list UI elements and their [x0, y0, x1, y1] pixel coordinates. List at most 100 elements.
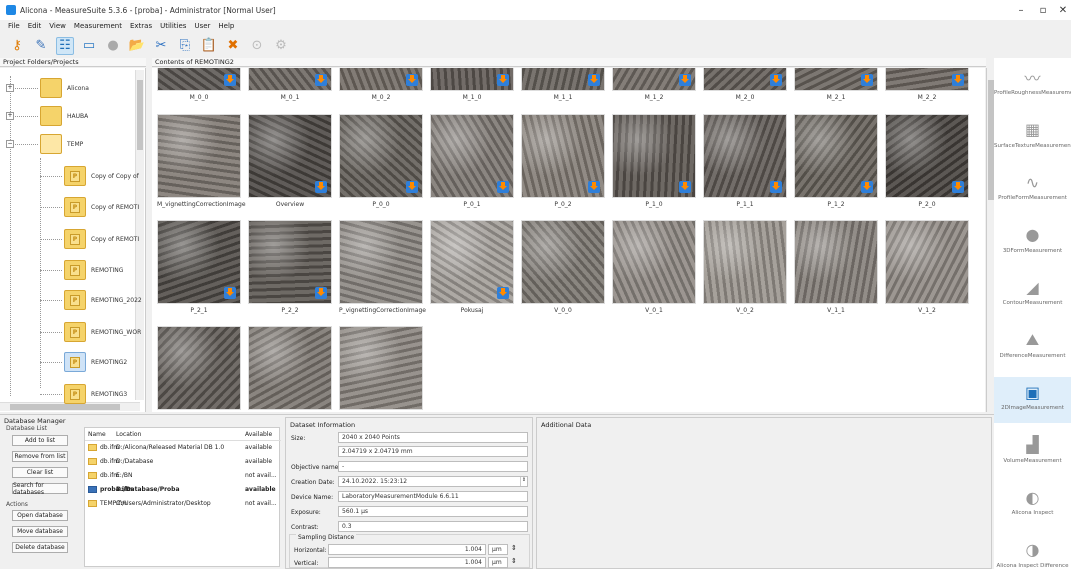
image-thumbnail[interactable]: M_vignettingCorrectionImage	[157, 114, 246, 208]
image-thumbnail[interactable]: M_1_2	[612, 68, 696, 101]
image-thumbnail[interactable]: V_0_0	[521, 220, 605, 314]
sidebar-item-contourmeasurement[interactable]: ◢ ContourMeasurement	[994, 272, 1071, 318]
thumbnail-image[interactable]	[703, 68, 787, 91]
thumbnail-image[interactable]	[794, 220, 878, 304]
thumbnail-image[interactable]	[339, 68, 423, 91]
expand-icon[interactable]: +	[6, 112, 14, 120]
thumbnail-image[interactable]	[521, 68, 605, 91]
tree-item-alicona[interactable]: Alicona	[40, 78, 89, 98]
monitor-icon[interactable]: ▭	[80, 37, 98, 55]
horizontal-spinner-icon[interactable]: ⇕	[511, 544, 517, 552]
menu-help[interactable]: Help	[218, 22, 234, 30]
open-database-button[interactable]: Open database	[12, 510, 68, 521]
horizontal-unit[interactable]: µm	[488, 544, 508, 555]
image-thumbnail[interactable]: P_1_2	[794, 114, 878, 208]
image-thumbnail[interactable]: P_2_0	[885, 114, 969, 208]
image-thumbnail[interactable]	[157, 326, 241, 410]
thumbnail-image[interactable]	[885, 220, 969, 304]
thumbnail-image[interactable]	[339, 114, 423, 198]
sidebar-item-profileroughnessmeasurement[interactable]: 〰 ProfileRoughnessMeasurement	[994, 62, 1071, 108]
image-thumbnail[interactable]: V_0_2	[703, 220, 787, 314]
thumbnail-image[interactable]	[248, 68, 332, 91]
menu-utilities[interactable]: Utilities	[160, 22, 186, 30]
thumbnail-image[interactable]	[794, 68, 878, 91]
close-icon[interactable]: ✕	[1052, 2, 1071, 18]
maximize-icon[interactable]: ▫	[1032, 2, 1054, 18]
image-thumbnail[interactable]: P_vignettingCorrectionImage	[339, 220, 426, 314]
thumbnail-image[interactable]	[612, 68, 696, 91]
image-thumbnail[interactable]: Overview	[248, 114, 332, 208]
tree-item-remoting-2022[interactable]: P REMOTING_2022	[64, 290, 142, 310]
sidebar-item-profileformmeasurement[interactable]: ∿ ProfileFormMeasurement	[994, 167, 1071, 213]
tree-item-remoting-wor[interactable]: P REMOTING_WOR	[64, 322, 141, 342]
image-thumbnail[interactable]	[248, 326, 332, 410]
thumbnail-image[interactable]	[612, 220, 696, 304]
image-thumbnail[interactable]: P_1_0	[612, 114, 696, 208]
horizontal-input[interactable]: 1.004	[328, 544, 486, 555]
thumbnail-image[interactable]	[157, 114, 241, 198]
tree-item-copy-of-remoti[interactable]: P Copy of REMOTI	[64, 229, 139, 249]
move-database-button[interactable]: Move database	[12, 526, 68, 537]
scissors-icon[interactable]: ✂	[152, 37, 170, 55]
menu-user[interactable]: User	[194, 22, 210, 30]
expand-icon[interactable]: +	[6, 84, 14, 92]
table-row[interactable]: db.ifm E:/BN not avail...	[85, 469, 281, 482]
tree-item-hauba[interactable]: HAUBA	[40, 106, 88, 126]
table-row[interactable]: TEMP.ifm C:/Users/Administrator/Desktop no…	[85, 497, 281, 510]
thumbnail-image[interactable]	[430, 68, 514, 91]
image-thumbnail[interactable]: P_2_1	[157, 220, 241, 314]
thumbnail-image[interactable]	[339, 220, 423, 304]
image-thumbnail[interactable]: P_0_2	[521, 114, 605, 208]
table-row[interactable]: proba.ifm D:/Database/Proba available	[85, 483, 281, 496]
menu-edit[interactable]: Edit	[28, 22, 42, 30]
delete-database-button[interactable]: Delete database	[12, 542, 68, 553]
image-thumbnail[interactable]: M_0_0	[157, 68, 241, 101]
image-thumbnail[interactable]: M_2_0	[703, 68, 787, 101]
menu-extras[interactable]: Extras	[130, 22, 152, 30]
sidebar-item-differencemeasurement[interactable]: ⛰ DifferenceMeasurement	[994, 325, 1071, 371]
key-icon[interactable]: ⚷	[8, 37, 26, 55]
search-for-databases-button[interactable]: Search for databases	[12, 482, 68, 496]
image-thumbnail[interactable]: V_1_2	[885, 220, 969, 314]
disabled-tool2-icon[interactable]: ⚙	[272, 37, 290, 55]
thumbnail-image[interactable]	[157, 326, 241, 410]
thumbnail-image[interactable]	[521, 114, 605, 198]
menu-measurement[interactable]: Measurement	[74, 22, 122, 30]
image-thumbnail[interactable]: P_1_1	[703, 114, 787, 208]
sidebar-item-alicona-inspect-difference[interactable]: ◑ Alicona Inspect Difference	[994, 535, 1071, 569]
image-thumbnail[interactable]: Pokusaj	[430, 220, 514, 314]
image-thumbnail[interactable]: M_0_2	[339, 68, 423, 101]
thumbnail-image[interactable]	[612, 114, 696, 198]
image-thumbnail[interactable]: P_2_2	[248, 220, 332, 314]
image-thumbnail[interactable]: M_1_0	[430, 68, 514, 101]
sidebar-item-3dformmeasurement[interactable]: ● 3DFormMeasurement	[994, 220, 1071, 266]
thumbnail-image[interactable]	[521, 220, 605, 304]
image-thumbnail[interactable]: V_1_1	[794, 220, 878, 314]
tree-scroll-thumb[interactable]	[137, 80, 143, 150]
tree-item-copy-of-copy-of[interactable]: P Copy of Copy of	[64, 166, 139, 186]
thumbnail-image[interactable]	[703, 220, 787, 304]
tree-item-remoting2[interactable]: P REMOTING2	[64, 352, 127, 372]
sidebar-item-alicona-inspect[interactable]: ◐ Alicona Inspect	[994, 482, 1071, 528]
tree-view-icon[interactable]: ☷	[56, 36, 74, 55]
vertical-unit[interactable]: µm	[488, 557, 508, 568]
remove-from-list-button[interactable]: Remove from list	[12, 451, 68, 462]
thumbnail-image[interactable]	[248, 326, 332, 410]
image-thumbnail[interactable]: V_0_1	[612, 220, 696, 314]
image-thumbnail[interactable]: P_0_0	[339, 114, 423, 208]
clear-list-button[interactable]: Clear list	[12, 467, 68, 478]
thumbnail-image[interactable]	[248, 220, 332, 304]
image-thumbnail[interactable]: M_2_2	[885, 68, 969, 101]
image-thumbnail[interactable]: M_0_1	[248, 68, 332, 101]
collapse-icon[interactable]: −	[6, 140, 14, 148]
minimize-icon[interactable]: –	[1010, 2, 1032, 18]
image-thumbnail[interactable]: P_0_1	[430, 114, 514, 208]
tree-item-remoting[interactable]: P REMOTING	[64, 260, 123, 280]
tree-hscroll-thumb[interactable]	[10, 404, 120, 410]
tree-item-temp[interactable]: TEMP	[40, 134, 83, 154]
image-thumbnail[interactable]: M_1_1	[521, 68, 605, 101]
paste-icon[interactable]: 📋	[200, 37, 218, 55]
open-folder-icon[interactable]: 📂	[128, 37, 146, 55]
sidebar-item-volumemeasurement[interactable]: ▟ VolumeMeasurement	[994, 430, 1071, 476]
content-scrollbar[interactable]	[986, 68, 994, 412]
